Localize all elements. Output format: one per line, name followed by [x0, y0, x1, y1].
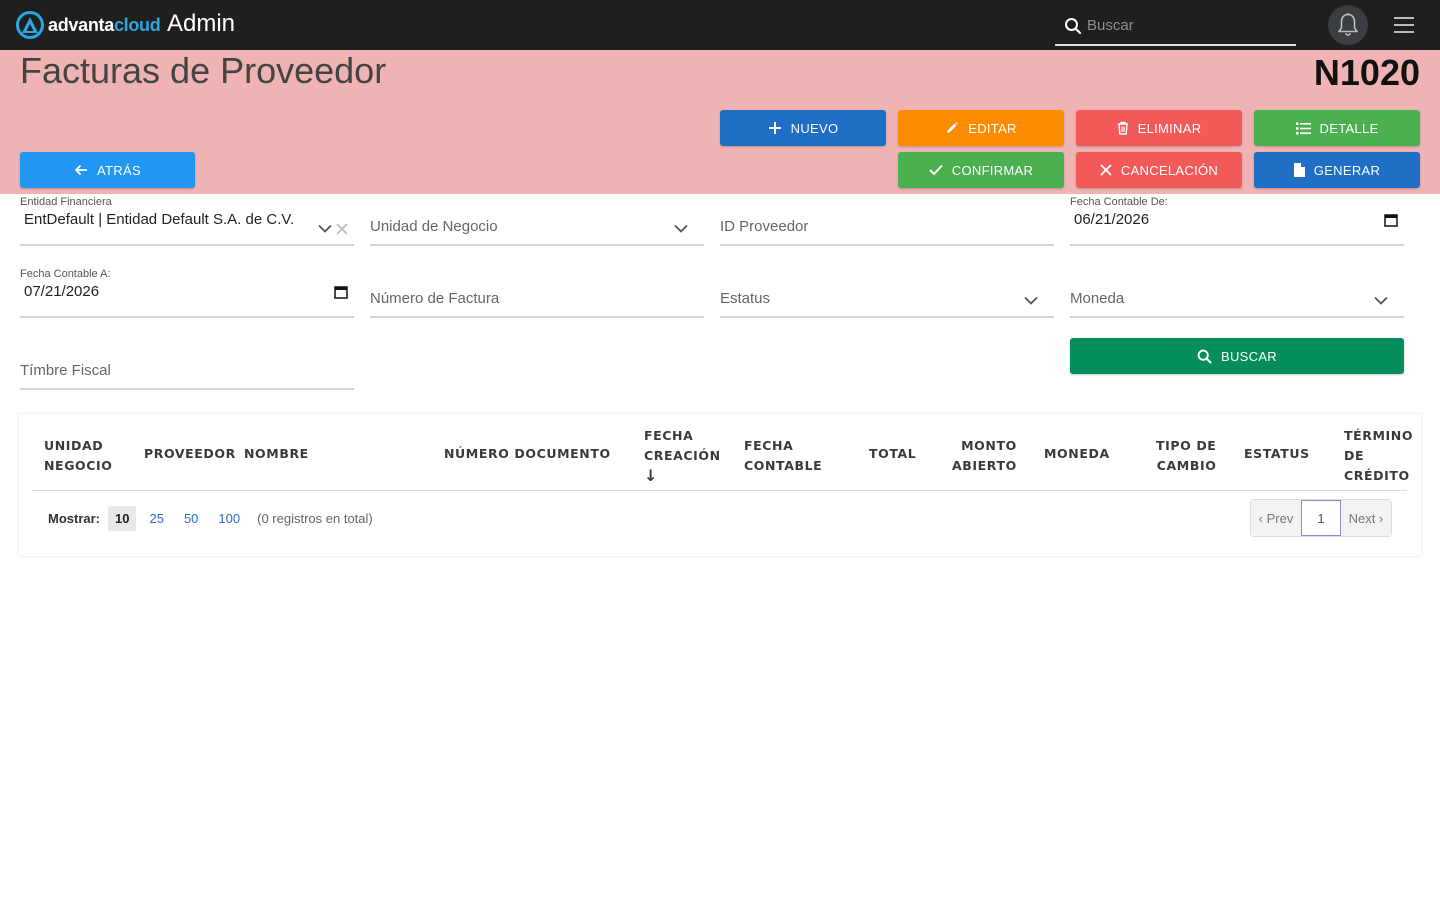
- estatus-placeholder: Estatus: [720, 290, 771, 307]
- calendar-icon[interactable]: [334, 285, 348, 299]
- detalle-button[interactable]: DETALLE: [1254, 110, 1420, 146]
- fecha-a-value: 07/21/2026: [24, 283, 100, 300]
- proveedor-placeholder: ID Proveedor: [720, 218, 809, 235]
- search-input[interactable]: [1087, 12, 1287, 38]
- page-size-50[interactable]: 50: [177, 506, 205, 531]
- pagination: ‹ Prev 1 Next ›: [1250, 499, 1392, 537]
- col-fecha-contable[interactable]: FECHA CONTABLE: [744, 436, 822, 476]
- unidad-negocio-select[interactable]: Unidad de Negocio: [370, 196, 704, 246]
- entidad-value: EntDefault | Entidad Default S.A. de C.V…: [24, 211, 295, 228]
- id-proveedor-input[interactable]: ID Proveedor: [720, 196, 1054, 246]
- buscar-button[interactable]: BUSCAR: [1070, 338, 1404, 374]
- cancelacion-button[interactable]: CANCELACIÓN: [1076, 152, 1242, 188]
- col-proveedor[interactable]: PROVEEDOR: [144, 444, 236, 464]
- sort-arrow-down-icon[interactable]: ↓: [644, 466, 721, 486]
- chevron-down-icon[interactable]: [1374, 296, 1388, 305]
- page-code: N1020: [1313, 52, 1420, 93]
- prev-page-button[interactable]: ‹ Prev: [1251, 500, 1301, 536]
- chevron-down-icon[interactable]: [1024, 296, 1038, 305]
- bell-icon: [1338, 13, 1358, 36]
- col-termino-credito[interactable]: TÉRMINO DE CRÉDITO: [1344, 426, 1413, 486]
- page-size-selector: Mostrar: 10 25 50 100 (0 registros en to…: [48, 500, 373, 536]
- advanta-logo-icon: [16, 11, 44, 39]
- pencil-icon: [945, 121, 959, 135]
- total-records: (0 registros en total): [257, 510, 373, 526]
- search-icon: [1197, 349, 1212, 364]
- page-title: Facturas de Proveedor: [20, 50, 387, 91]
- entidad-label: Entidad Financiera: [20, 196, 112, 208]
- estatus-select[interactable]: Estatus: [720, 268, 1054, 318]
- col-fecha-creacion[interactable]: FECHA CREACIÓN ↓: [644, 426, 721, 486]
- app-title: Admin: [167, 10, 236, 37]
- clear-icon[interactable]: [336, 223, 348, 235]
- hamburger-menu-icon[interactable]: [1394, 17, 1414, 35]
- table-header: UNIDAD NEGOCIO PROVEEDOR NOMBRE NÚMERO DO…: [32, 414, 1412, 491]
- plus-icon: [768, 121, 782, 135]
- moneda-select[interactable]: Moneda: [1070, 268, 1404, 318]
- col-moneda[interactable]: MONEDA: [1044, 444, 1110, 464]
- fecha-contable-a-input[interactable]: Fecha Contable A: 07/21/2026: [20, 268, 354, 318]
- next-page-button[interactable]: Next ›: [1341, 500, 1391, 536]
- col-unidad-negocio[interactable]: UNIDAD NEGOCIO: [44, 436, 113, 476]
- trash-icon: [1117, 121, 1129, 135]
- page-size-10[interactable]: 10: [108, 505, 137, 531]
- arrow-left-icon: [74, 164, 88, 176]
- brand-wordmark: advantacloud: [48, 14, 161, 35]
- show-label: Mostrar:: [48, 510, 101, 526]
- col-monto-abierto[interactable]: MONTO ABIERTO: [952, 436, 1017, 476]
- document-icon: [1293, 163, 1305, 177]
- editar-button[interactable]: EDITAR: [898, 110, 1064, 146]
- numero-factura-input[interactable]: Número de Factura: [370, 268, 704, 318]
- nuevo-label: NUEVO: [790, 120, 839, 136]
- invoices-table-card: UNIDAD NEGOCIO PROVEEDOR NOMBRE NÚMERO DO…: [19, 414, 1421, 556]
- col-estatus[interactable]: ESTATUS: [1244, 444, 1310, 464]
- col-tipo-cambio[interactable]: TIPO DE CAMBIO: [1156, 436, 1216, 476]
- confirmar-label: CONFIRMAR: [951, 162, 1034, 178]
- cancelacion-label: CANCELACIÓN: [1120, 162, 1219, 178]
- calendar-icon[interactable]: [1384, 213, 1398, 227]
- chevron-down-icon[interactable]: [318, 224, 332, 233]
- eliminar-label: ELIMINAR: [1137, 120, 1202, 136]
- col-total[interactable]: TOTAL: [869, 444, 916, 464]
- atras-button[interactable]: ATRÁS: [20, 152, 195, 188]
- search-icon: [1065, 18, 1082, 35]
- fecha-de-label: Fecha Contable De:: [1070, 196, 1168, 208]
- moneda-placeholder: Moneda: [1070, 290, 1125, 307]
- numero-factura-placeholder: Número de Factura: [370, 290, 500, 307]
- fecha-de-value: 06/21/2026: [1074, 211, 1150, 228]
- page-size-100[interactable]: 100: [211, 506, 247, 531]
- top-navbar: advantacloud Admin: [0, 0, 1440, 50]
- unidad-placeholder: Unidad de Negocio: [370, 218, 498, 235]
- notifications-button[interactable]: [1328, 5, 1368, 45]
- generar-button[interactable]: GENERAR: [1254, 152, 1420, 188]
- timbre-fiscal-input[interactable]: Tímbre Fiscal: [20, 340, 354, 390]
- current-page-button[interactable]: 1: [1301, 500, 1341, 536]
- atras-label: ATRÁS: [97, 162, 141, 178]
- eliminar-button[interactable]: ELIMINAR: [1076, 110, 1242, 146]
- detalle-label: DETALLE: [1319, 120, 1379, 136]
- list-icon: [1295, 122, 1311, 135]
- page-size-25[interactable]: 25: [142, 506, 170, 531]
- editar-label: EDITAR: [968, 120, 1017, 136]
- fecha-contable-de-input[interactable]: Fecha Contable De: 06/21/2026: [1070, 196, 1404, 246]
- fecha-a-label: Fecha Contable A:: [20, 268, 111, 280]
- page-header: Facturas de Proveedor N1020 NUEVO EDITAR…: [0, 50, 1440, 194]
- confirmar-button[interactable]: CONFIRMAR: [898, 152, 1064, 188]
- buscar-label: BUSCAR: [1221, 348, 1277, 364]
- col-nombre[interactable]: NOMBRE: [244, 444, 309, 464]
- timbre-placeholder: Tímbre Fiscal: [20, 362, 111, 379]
- nuevo-button[interactable]: NUEVO: [720, 110, 886, 146]
- entidad-financiera-select[interactable]: Entidad Financiera EntDefault | Entidad …: [20, 196, 354, 246]
- close-icon: [1100, 164, 1112, 176]
- col-numero-documento[interactable]: NÚMERO DOCUMENTO: [444, 444, 611, 464]
- chevron-down-icon[interactable]: [674, 224, 688, 233]
- global-search[interactable]: [1055, 6, 1296, 46]
- brand-logo[interactable]: advantacloud: [16, 11, 161, 39]
- check-icon: [929, 164, 943, 176]
- generar-label: GENERAR: [1313, 162, 1381, 178]
